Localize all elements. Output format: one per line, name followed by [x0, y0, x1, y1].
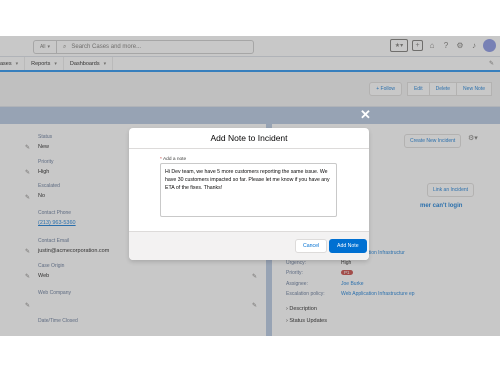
salesforce-app-window: All ▾ ⌕ Search Cases and more... ★▾ + ⌂ …: [0, 36, 500, 336]
modal-header: Add Note to Incident: [129, 128, 369, 149]
close-icon[interactable]: ✕: [360, 108, 371, 121]
modal-footer: Cancel Add Note: [129, 231, 369, 260]
modal-body: * Add a note Hi Dev team, we have 5 more…: [129, 149, 369, 231]
add-note-button[interactable]: Add Note: [329, 239, 367, 253]
cancel-button[interactable]: Cancel: [295, 239, 328, 253]
note-field-label: * Add a note: [160, 157, 186, 162]
note-textarea[interactable]: Hi Dev team, we have 5 more customers re…: [160, 163, 337, 217]
add-note-modal: Add Note to Incident * Add a note Hi Dev…: [129, 128, 369, 260]
required-marker: *: [160, 157, 162, 162]
modal-title: Add Note to Incident: [210, 133, 288, 143]
note-label-text: Add a note: [162, 157, 187, 162]
